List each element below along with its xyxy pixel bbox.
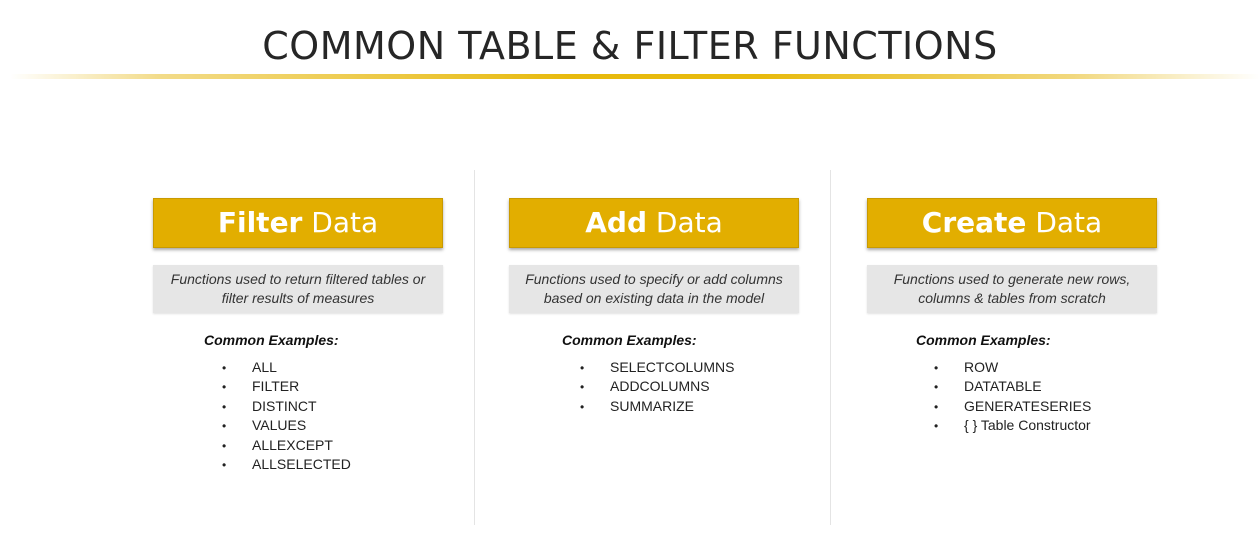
example-text: ALLEXCEPT: [252, 436, 333, 453]
example-text: FILTER: [252, 378, 300, 395]
example-text: SELECTCOLUMNS: [610, 359, 735, 375]
header-text: Data: [647, 206, 723, 239]
bullet-icon: •: [580, 399, 585, 414]
filter-data-description: Functions used to return filtered tables…: [153, 265, 443, 313]
header-bold-text: Add: [585, 206, 647, 239]
filter-data-header: Filter Data: [153, 198, 443, 248]
list-item: • ADDCOLUMNS: [580, 377, 734, 396]
bullet-icon: •: [934, 399, 939, 414]
add-data-header: Add Data: [509, 198, 799, 248]
add-examples-list: • SELECTCOLUMNS • ADDCOLUMNS • SUMMARIZE: [580, 358, 734, 416]
column-divider: [474, 170, 475, 525]
add-data-description: Functions used to specify or add columns…: [509, 265, 799, 313]
create-data-column: Create Data Functions used to generate n…: [867, 198, 1157, 433]
example-text: DISTINCT: [252, 397, 317, 414]
example-text: ALL: [252, 359, 277, 375]
example-text: { } Table Constructor: [964, 417, 1091, 434]
bullet-icon: •: [222, 419, 227, 434]
create-examples-list: • ROW • DATATABLE • GENERATESERIES • { } Tab…: [934, 358, 1091, 436]
list-item: • DATATABLE: [934, 377, 1091, 396]
create-data-description: Functions used to generate new rows, col…: [867, 265, 1157, 313]
common-examples-label: Common Examples:: [204, 332, 339, 348]
list-item: • ALLEXCEPT: [222, 436, 351, 455]
list-item: • VALUES: [222, 416, 351, 435]
column-divider: [830, 170, 831, 525]
example-text: GENERATESERIES: [964, 397, 1092, 414]
common-examples-label: Common Examples:: [562, 332, 697, 348]
bullet-icon: •: [580, 380, 585, 395]
add-data-column: Add Data Functions used to specify or ad…: [509, 198, 799, 414]
header-text: Data: [1026, 206, 1103, 239]
list-item: • SELECTCOLUMNS: [580, 358, 734, 377]
filter-examples-list: • ALL • FILTER • DISTINCT • VALUES • ALLEXCEP…: [222, 358, 351, 474]
example-text: ALLSELECTED: [252, 455, 351, 472]
bullet-icon: •: [222, 438, 227, 453]
list-item: • ALLSELECTED: [222, 455, 351, 474]
bullet-icon: •: [222, 380, 227, 395]
header-text: Data: [302, 206, 379, 239]
bullet-icon: •: [934, 419, 939, 434]
example-text: ADDCOLUMNS: [610, 378, 710, 395]
bullet-icon: •: [934, 361, 939, 375]
example-text: DATATABLE: [964, 378, 1042, 395]
bullet-icon: •: [222, 361, 227, 375]
header-bold-text: Filter: [217, 206, 303, 239]
example-text: SUMMARIZE: [610, 397, 694, 414]
list-item: • ALL: [222, 358, 351, 377]
bullet-icon: •: [222, 457, 227, 472]
list-item: • DISTINCT: [222, 397, 351, 416]
create-data-header: Create Data: [867, 198, 1157, 248]
list-item: • GENERATESERIES: [934, 397, 1091, 416]
list-item: • FILTER: [222, 377, 351, 396]
list-item: • ROW: [934, 358, 1091, 377]
example-text: VALUES: [252, 417, 307, 434]
list-item: • SUMMARIZE: [580, 397, 734, 416]
example-text: ROW: [964, 359, 999, 375]
slide-title: COMMON TABLE & FILTER FUNCTIONS: [262, 24, 998, 68]
bullet-icon: •: [580, 361, 585, 375]
list-item: • { } Table Constructor: [934, 416, 1091, 435]
header-bold-text: Create: [921, 206, 1027, 239]
bullet-icon: •: [222, 399, 227, 414]
bullet-icon: •: [934, 380, 939, 395]
title-underline: [10, 74, 1260, 79]
common-examples-label: Common Examples:: [916, 332, 1051, 348]
filter-data-column: Filter Data Functions used to return fil…: [153, 198, 443, 472]
